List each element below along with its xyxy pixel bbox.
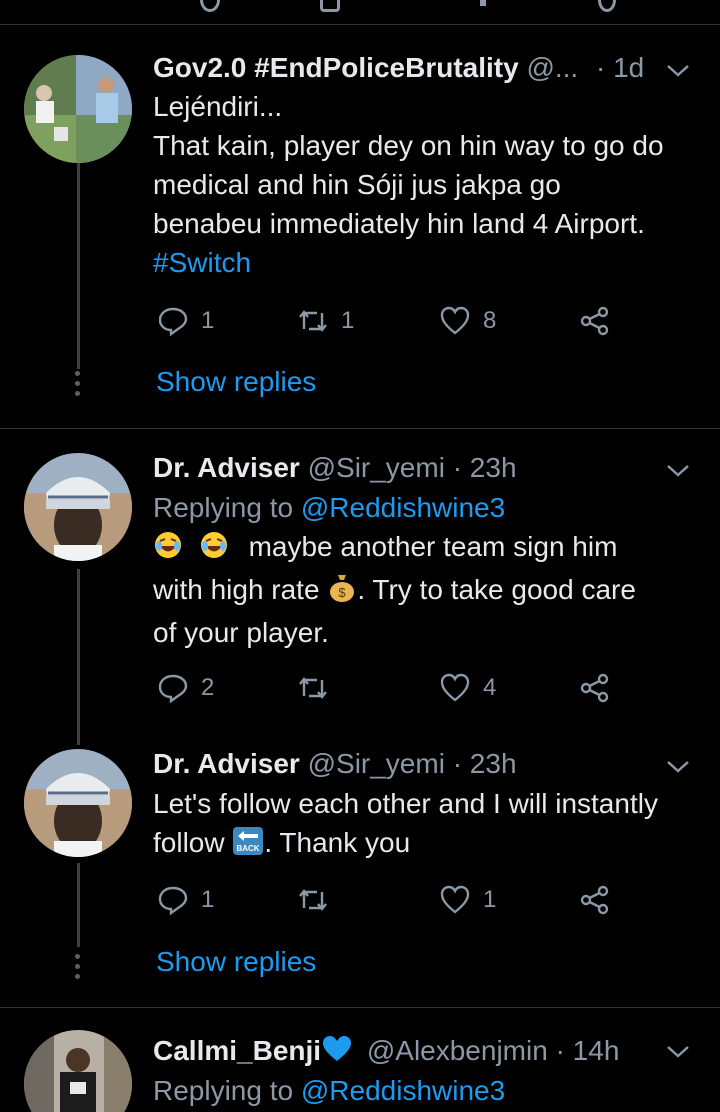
blue-heart-icon [321,1035,353,1071]
laughing-emoji-icon [153,530,183,570]
tweet-text: Let's follow each other and I will insta… [153,784,713,866]
reply-count: 2 [201,674,215,701]
retweet-icon [299,677,327,699]
reply-icon [158,886,188,916]
reply-icon [158,674,188,704]
retweet-button[interactable]: 1 [297,303,354,339]
laughing-emoji-icon [199,530,229,570]
tweet-2[interactable]: Dr. Adviser @Sir_yemi · 23h Replying to … [0,429,720,745]
share-button[interactable] [579,303,611,339]
retweet-count: 1 [341,307,355,334]
share-button[interactable] [579,882,611,918]
retweet-button[interactable] [297,882,341,918]
tweet-actions: 1 1 [157,882,627,918]
show-replies-link[interactable]: Show replies [156,946,316,978]
chevron-down-icon[interactable] [664,1042,692,1062]
tweet-line: with high rate $ . Try to take good care [153,570,713,613]
like-count: 4 [483,674,497,701]
tweet-line: Let's follow each other and I will insta… [153,788,658,819]
thread-line [77,569,80,745]
author-handle[interactable]: @Alexbenjmin · 14h [367,1035,620,1066]
tweet-header: Callmi_Benji @Alexbenjmin · 14h [153,1034,619,1071]
chevron-down-icon[interactable] [664,61,692,81]
author-handle[interactable]: @Sir_yemi · 23h [308,452,517,483]
tweet-line: maybe another team sign him [153,527,713,570]
share-button[interactable] [579,670,611,706]
back-label: BACK [237,844,260,853]
author-name[interactable]: Dr. Adviser [153,452,300,483]
tweet-line: follow BACK . Thank you [153,823,713,866]
chevron-down-icon[interactable] [664,461,692,481]
like-button[interactable]: 8 [439,303,496,339]
mention-link[interactable]: @Reddishwine3 [301,492,505,523]
tweet-line: benabeu immediately hin land 4 Airport. [153,208,645,239]
tweet-actions: 1 1 8 [157,303,627,339]
like-count: 1 [483,886,497,913]
reply-icon [158,307,188,337]
share-icon [580,885,609,915]
tweet-line: of your player. [153,617,329,648]
replying-prefix: Replying to [153,492,294,523]
tweet-text-segment: . Thank you [264,827,411,858]
retweet-icon [299,889,327,911]
author-name[interactable]: Gov2.0 #EndPoliceBrutality [153,52,519,83]
heart-icon [440,885,470,914]
replying-to: Replying to @Reddishwine3 [153,488,713,527]
thread-dots [75,954,81,984]
like-count: 8 [483,307,497,334]
heart-icon [440,306,470,335]
tweet-time[interactable]: · 1d [596,51,644,85]
tweet-line: That kain, player dey on hin way to go d… [153,130,664,161]
reply-button[interactable]: 1 [157,882,214,918]
share-icon [580,306,609,336]
tweet-text-segment: . Try to take good care [357,574,636,605]
avatar[interactable] [24,1030,132,1112]
reply-button[interactable]: 1 [157,303,214,339]
tweet-3[interactable]: Dr. Adviser @Sir_yemi · 23h Let's follow… [0,729,720,1007]
heart-icon [440,673,470,702]
money-bag-emoji-icon: $ [327,571,357,613]
tweet-line: medical and hin Sóji jus jakpa go [153,169,561,200]
thread-dots [75,371,81,401]
svg-text:$: $ [339,585,347,600]
replying-prefix: Replying to [153,1075,294,1106]
avatar[interactable] [24,453,132,561]
share-icon [580,673,609,703]
show-replies-link[interactable]: Show replies [156,366,316,398]
tweet-text-segment: with high rate [153,574,320,605]
tweet-1[interactable]: Gov2.0 #EndPoliceBrutality @... · 1d Lej… [0,25,720,427]
tweet-header: Gov2.0 #EndPoliceBrutality @... [153,51,578,85]
mention-link[interactable]: @Reddishwine3 [301,1075,505,1106]
tweet-text-segment: maybe another team sign him [248,531,618,562]
tweet-line: Lejéndiri... [153,91,283,122]
author-name[interactable]: Callmi_Benji [153,1035,321,1066]
reply-count: 1 [201,307,215,334]
tweet-text: Replying to @Reddishwine3 maybe another … [153,488,713,652]
retweet-button[interactable] [297,670,341,706]
replying-to: Replying to @Reddishwine3 [153,1071,713,1110]
thread-line [77,863,80,947]
tweet-text: Lejéndiri... That kain, player dey on hi… [153,87,713,282]
thread-line [77,163,80,369]
back-arrow-emoji-icon: BACK [232,826,264,866]
retweet-icon [299,310,327,332]
tweet-header: Dr. Adviser @Sir_yemi · 23h [153,747,517,781]
tweet-actions: 2 4 [157,670,627,706]
reply-count: 1 [201,886,215,913]
reply-button[interactable]: 2 [157,670,214,706]
avatar[interactable] [24,55,132,163]
like-button[interactable]: 1 [439,882,496,918]
like-button[interactable]: 4 [439,670,496,706]
hashtag-link[interactable]: #Switch [153,243,713,282]
chevron-down-icon[interactable] [664,757,692,777]
author-handle[interactable]: @Sir_yemi · 23h [308,748,517,779]
author-name[interactable]: Dr. Adviser [153,748,300,779]
author-handle[interactable]: @... [526,52,578,83]
tweet-header: Dr. Adviser @Sir_yemi · 23h [153,451,517,485]
previous-tweet-actions [0,0,720,12]
avatar[interactable] [24,749,132,857]
tweet-4[interactable]: Callmi_Benji @Alexbenjmin · 14h Replying… [0,1008,720,1112]
tweet-text-segment: follow [153,827,225,858]
